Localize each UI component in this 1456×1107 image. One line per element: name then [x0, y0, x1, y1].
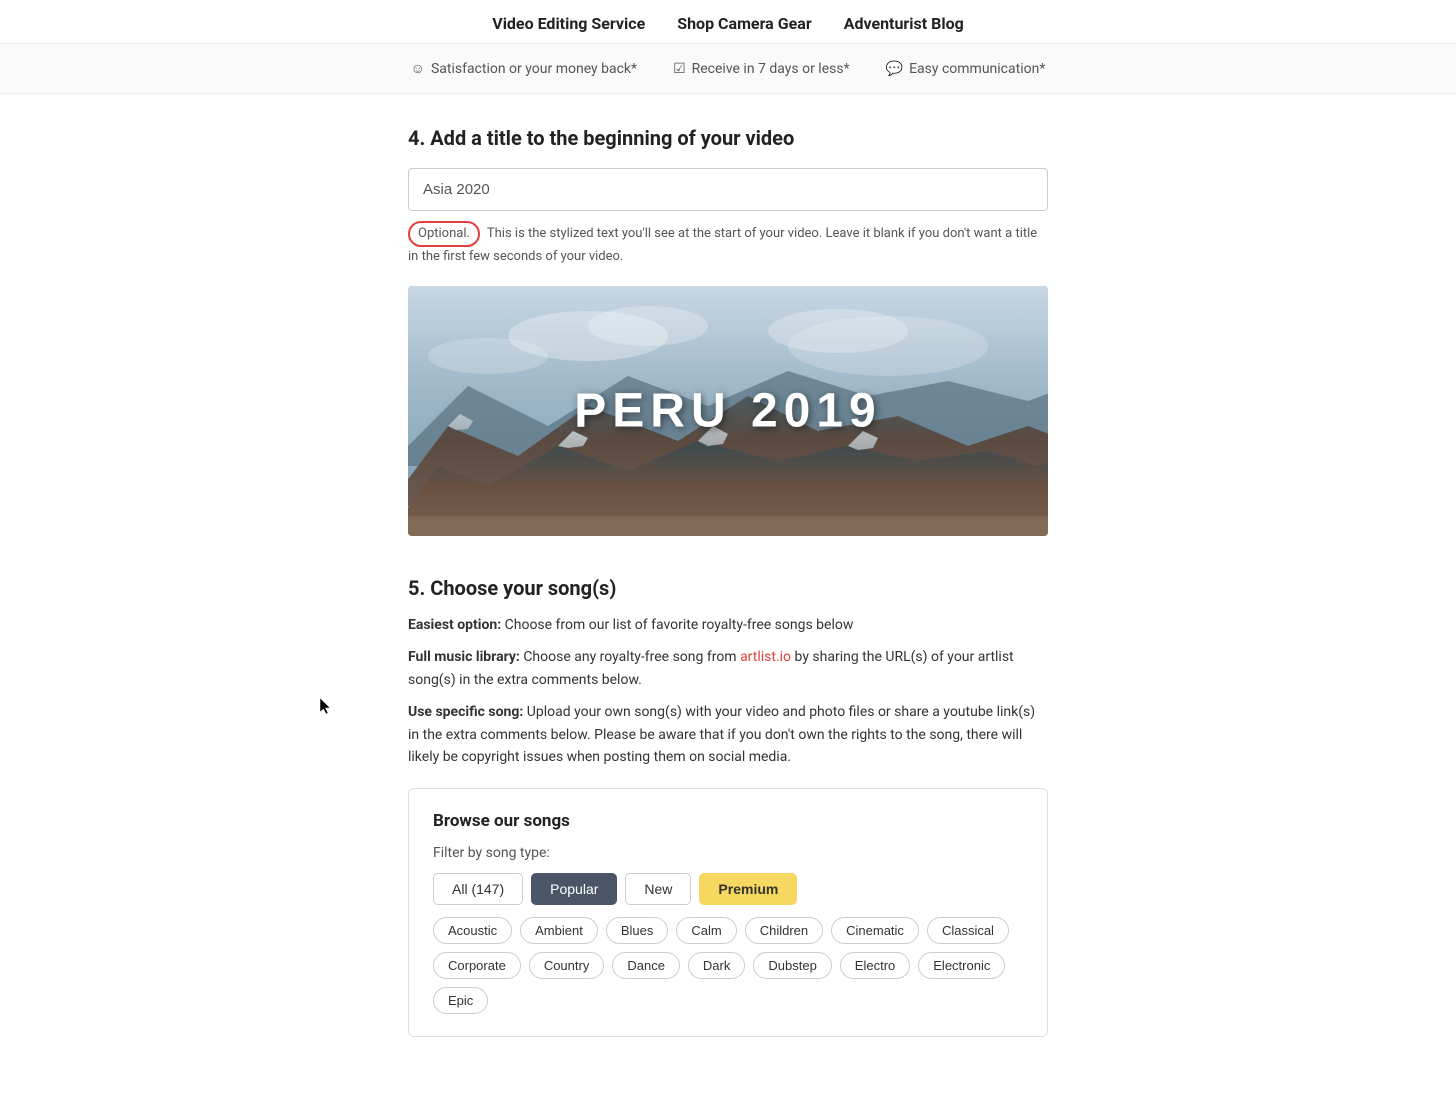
filter-btn-all[interactable]: All (147) [433, 873, 523, 905]
section5-heading: 5. Choose your song(s) [408, 576, 1048, 600]
music-option-specific: Use specific song: Upload your own song(… [408, 701, 1048, 768]
helper-text: Optional. This is the stylized text you'… [408, 221, 1048, 266]
specific-label: Use specific song: [408, 704, 523, 720]
filter-btn-popular[interactable]: Popular [531, 873, 617, 905]
video-preview: PERU 2019 [408, 286, 1048, 536]
genre-children[interactable]: Children [745, 917, 823, 944]
genre-dubstep[interactable]: Dubstep [753, 952, 831, 979]
filter-label: Filter by song type: [433, 845, 1023, 861]
genre-row: Acoustic Ambient Blues Calm Children Cin… [433, 917, 1023, 1014]
top-nav: Video Editing Service Shop Camera Gear A… [0, 0, 1456, 44]
genre-electronic[interactable]: Electronic [918, 952, 1005, 979]
genre-cinematic[interactable]: Cinematic [831, 917, 919, 944]
section4-heading: 4. Add a title to the beginning of your … [408, 126, 1048, 150]
nav-link-video-editing[interactable]: Video Editing Service [492, 14, 645, 33]
genre-epic[interactable]: Epic [433, 987, 488, 1014]
video-preview-title: PERU 2019 [574, 384, 881, 439]
trust-item-delivery: ☑ Receive in 7 days or less* [673, 61, 850, 77]
genre-dance[interactable]: Dance [612, 952, 680, 979]
easiest-label: Easiest option: [408, 617, 501, 633]
genre-country[interactable]: Country [529, 952, 605, 979]
genre-blues[interactable]: Blues [606, 917, 669, 944]
genre-classical[interactable]: Classical [927, 917, 1009, 944]
artlist-link[interactable]: artlist.io [740, 649, 791, 665]
section5: 5. Choose your song(s) Easiest option: C… [408, 576, 1048, 1037]
trust-item-satisfaction: ☺ Satisfaction or your money back* [411, 60, 637, 77]
genre-acoustic[interactable]: Acoustic [433, 917, 512, 944]
type-filter-row: All (147) Popular New Premium [433, 873, 1023, 905]
browse-box: Browse our songs Filter by song type: Al… [408, 788, 1048, 1037]
genre-electro[interactable]: Electro [840, 952, 910, 979]
genre-calm[interactable]: Calm [676, 917, 736, 944]
nav-link-adventurist[interactable]: Adventurist Blog [844, 14, 964, 33]
genre-corporate[interactable]: Corporate [433, 952, 521, 979]
genre-dark[interactable]: Dark [688, 952, 745, 979]
optional-badge: Optional. [408, 221, 480, 247]
video-title-input[interactable] [408, 168, 1048, 211]
nav-link-shop-camera[interactable]: Shop Camera Gear [677, 14, 811, 33]
genre-ambient[interactable]: Ambient [520, 917, 598, 944]
smiley-icon: ☺ [411, 60, 425, 77]
chat-icon: 💬 [886, 61, 903, 77]
music-option-library: Full music library: Choose any royalty-f… [408, 646, 1048, 691]
library-label: Full music library: [408, 649, 520, 665]
trust-item-communication: 💬 Easy communication* [886, 61, 1046, 77]
filter-btn-new[interactable]: New [625, 873, 691, 905]
main-content: 4. Add a title to the beginning of your … [388, 94, 1068, 1107]
filter-btn-premium[interactable]: Premium [699, 873, 797, 905]
music-option-easiest: Easiest option: Choose from our list of … [408, 614, 1048, 636]
mouse-cursor [320, 698, 332, 716]
trust-bar: ☺ Satisfaction or your money back* ☑ Rec… [0, 44, 1456, 94]
check-icon: ☑ [673, 61, 686, 77]
browse-title: Browse our songs [433, 811, 1023, 831]
